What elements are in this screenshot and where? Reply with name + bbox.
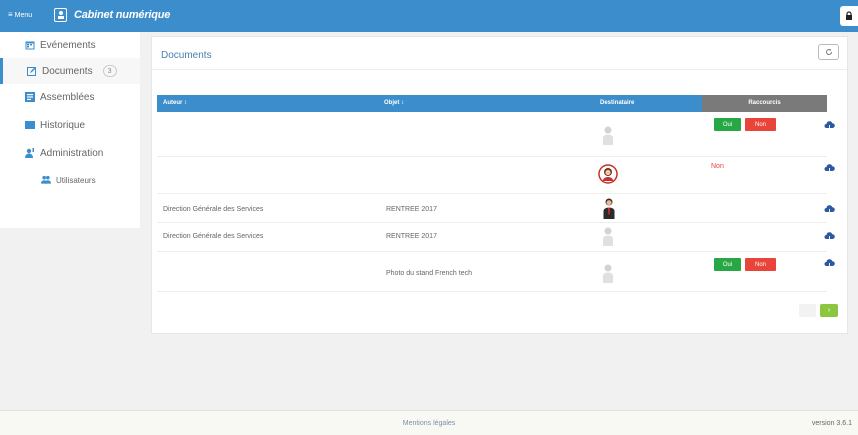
cloud-download-icon[interactable] [824,258,835,269]
lock-button[interactable] [840,6,858,26]
menu-button[interactable]: ≡ Menu [8,11,32,19]
oui-button[interactable]: Oui [714,258,741,271]
placeholder-avatar-icon [603,264,613,283]
sidebar-item-utilisateurs[interactable]: Utilisateurs [0,167,140,193]
hamburger-icon: ≡ [8,10,13,19]
non-button[interactable]: Non [745,118,776,131]
column-header-raccourcis: Raccourcis [748,100,781,106]
sidebar-item-historique[interactable]: Historique [0,112,140,138]
sidebar-item-label: Historique [40,119,86,131]
app-title: Cabinet numérique [74,9,171,21]
users-icon [41,175,51,185]
placeholder-avatar-icon [603,126,613,145]
cell-objet: RENTREE 2017 [386,233,437,240]
pager-prev-button[interactable] [799,304,816,317]
sidebar-item-evenements[interactable]: Evénements [0,32,140,58]
menu-label: Menu [14,11,33,19]
table-header: Auteur ↕ Objet ↕ Destinataire Raccourcis [157,95,827,112]
column-header-auteur[interactable]: Auteur ↕ [163,100,187,106]
history-icon [25,120,35,130]
app-brand[interactable]: Cabinet numérique [54,8,170,22]
cell-objet: Photo du stand French tech [386,270,472,277]
sidebar: Evénements Documents 3 Assemblées Histor… [0,32,140,228]
placeholder-avatar-icon [603,227,613,246]
table-row: Oui Non [157,112,835,157]
table-row: Direction Générale des Services RENTREE … [157,223,835,252]
page-title: Documents [161,50,212,61]
cell-auteur: Direction Générale des Services [163,206,264,213]
version-label: version 3.6.1 [811,420,852,427]
cloud-download-icon[interactable] [824,120,835,131]
top-bar: ≡ Menu Cabinet numérique [0,0,858,32]
column-header-objet[interactable]: Objet ↕ [384,100,404,106]
sidebar-item-documents[interactable]: Documents 3 [0,58,140,84]
sidebar-item-assemblees[interactable]: Assemblées [0,84,140,110]
mentions-legales-link[interactable]: Mentions légales [0,420,858,427]
non-status-text: Non [711,163,724,170]
non-button[interactable]: Non [745,258,776,271]
cell-objet: RENTREE 2017 [386,206,437,213]
cloud-download-icon[interactable] [824,163,835,174]
assembly-icon [25,92,35,102]
column-header-destinataire: Destinataire [600,100,635,106]
table-row: Photo du stand French tech Oui Non [157,252,835,292]
cell-auteur: Direction Générale des Services [163,233,264,240]
edit-icon [27,66,37,76]
sidebar-item-label: Utilisateurs [56,175,96,185]
footer: Mentions légales version 3.6.1 [0,410,858,435]
sidebar-item-label: Documents [42,65,93,77]
lock-icon [846,11,852,20]
cabinet-logo-icon [54,8,67,22]
man-avatar-icon [603,198,615,219]
table-row: Non [157,157,835,194]
woman-avatar-icon [598,164,618,184]
admin-icon [25,148,35,158]
refresh-button[interactable] [818,44,839,60]
sidebar-item-administration[interactable]: Administration [0,140,140,166]
title-divider [152,69,847,70]
documents-panel: Documents Auteur ↕ Objet ↕ Destinataire … [151,36,848,334]
sidebar-item-label: Evénements [40,39,96,51]
cloud-download-icon[interactable] [824,204,835,215]
oui-button[interactable]: Oui [714,118,741,131]
table-row: Direction Générale des Services RENTREE … [157,194,835,223]
documents-count-badge: 3 [102,65,117,77]
refresh-icon [825,48,832,55]
sidebar-item-label: Administration [40,147,104,159]
pager-next-button[interactable]: › [820,304,838,317]
column-header-raccourcis-bg: Raccourcis [702,95,827,112]
sidebar-item-label: Assemblées [40,91,95,103]
cloud-download-icon[interactable] [824,231,835,242]
calendar-icon [25,40,35,50]
